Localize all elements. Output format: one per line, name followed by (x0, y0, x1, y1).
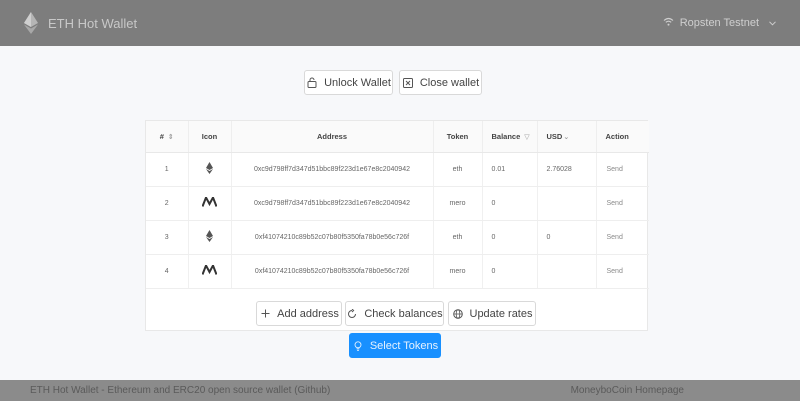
send-link[interactable]: Send (596, 186, 649, 221)
chevron-down-icon (769, 17, 776, 29)
usd-cell (537, 254, 597, 289)
close-wallet-label: Close wallet (419, 76, 480, 89)
balance-cell: 0 (482, 220, 538, 255)
token-icon-cell (188, 152, 232, 187)
address-cell: 0xf41074210c89b52c07b80f5350fa78b0e56c72… (231, 254, 434, 289)
address-cell: 0xc9d798ff7d347d51bbc89f223d1e67e8c20409… (231, 152, 434, 187)
usd-cell: 0 (537, 220, 597, 255)
table-row: 3 0xf41074210c89b52c07b80f5350fa78b0e56c… (146, 220, 649, 255)
token-icon-cell (188, 220, 232, 255)
add-address-button[interactable]: Add address (256, 301, 342, 326)
close-wallet-button[interactable]: Close wallet (399, 70, 482, 95)
table-row: 1 0xc9d798ff7d347d51bbc89f223d1e67e8c204… (146, 152, 649, 187)
table-row: 4 0xf41074210c89b52c07b80f5350fa78b0e56c… (146, 254, 649, 289)
select-tokens-label: Select Tokens (369, 339, 439, 352)
balance-cell: 0 (482, 254, 538, 289)
homepage-link[interactable]: MoneyboCoin Homepage (571, 385, 684, 396)
send-link[interactable]: Send (596, 152, 649, 187)
update-rates-label: Update rates (469, 307, 533, 320)
check-balances-label: Check balances (364, 307, 443, 320)
network-selector[interactable]: Ropsten Testnet (663, 17, 776, 29)
wifi-icon (663, 17, 674, 29)
token-cell: eth (433, 220, 483, 255)
network-label: Ropsten Testnet (679, 17, 759, 29)
row-index: 4 (146, 254, 189, 289)
bulb-icon (352, 340, 364, 352)
column-header-icon: Icon (188, 121, 232, 153)
column-header-balance[interactable]: Balance ▽ (482, 121, 538, 153)
token-icon-cell (188, 186, 232, 221)
usd-cell: 2.76028 (537, 152, 597, 187)
column-header-index[interactable]: # ⇕ (146, 121, 189, 153)
column-header-token: Token (433, 121, 483, 153)
column-header-action: Action (596, 121, 649, 153)
table-header-row: # ⇕ Icon Address Token Balance ▽ USD⌄ Acti… (146, 121, 649, 153)
unlock-wallet-label: Unlock Wallet (324, 76, 391, 89)
row-index: 3 (146, 220, 189, 255)
app-footer: ETH Hot Wallet - Ethereum and ERC20 open… (0, 380, 800, 401)
address-table: # ⇕ Icon Address Token Balance ▽ USD⌄ Acti… (145, 120, 649, 331)
filter-icon[interactable]: ▽ (524, 133, 529, 141)
address-cell: 0xc9d798ff7d347d51bbc89f223d1e67e8c20409… (231, 186, 434, 221)
usd-cell (537, 186, 597, 221)
token-cell: mero (433, 186, 483, 221)
row-index: 2 (146, 186, 189, 221)
select-tokens-button[interactable]: Select Tokens (349, 333, 441, 358)
token-cell: eth (433, 152, 483, 187)
send-link[interactable]: Send (596, 254, 649, 289)
update-rates-button[interactable]: Update rates (448, 301, 536, 326)
check-balances-button[interactable]: Check balances (345, 301, 444, 326)
mero-icon (201, 263, 218, 277)
refresh-icon (346, 308, 358, 320)
column-header-address: Address (231, 121, 434, 153)
send-link[interactable]: Send (596, 220, 649, 255)
unlock-wallet-button[interactable]: Unlock Wallet (304, 70, 393, 95)
unlock-icon (306, 77, 318, 89)
globe-icon (452, 308, 464, 320)
main-content: Unlock Wallet Close wallet # ⇕ Icon Addre… (0, 46, 800, 380)
row-index: 1 (146, 152, 189, 187)
eth-icon (206, 230, 213, 244)
mero-icon (201, 195, 218, 209)
ethereum-logo-icon (24, 12, 38, 34)
balance-cell: 0 (482, 186, 538, 221)
sort-icon[interactable]: ⇕ (168, 133, 174, 141)
brand[interactable]: ETH Hot Wallet (24, 12, 137, 34)
token-icon-cell (188, 254, 232, 289)
plus-icon (259, 308, 271, 320)
add-address-label: Add address (277, 307, 339, 320)
address-cell: 0xf41074210c89b52c07b80f5350fa78b0e56c72… (231, 220, 434, 255)
table-row: 2 0xc9d798ff7d347d51bbc89f223d1e67e8c204… (146, 186, 649, 221)
app-title: ETH Hot Wallet (48, 15, 138, 31)
app-header: ETH Hot Wallet Ropsten Testnet (0, 0, 800, 46)
eth-icon (206, 162, 213, 176)
token-cell: mero (433, 254, 483, 289)
close-square-icon (402, 77, 414, 89)
balance-cell: 0.01 (482, 152, 538, 187)
column-header-usd[interactable]: USD⌄ (537, 121, 597, 153)
chevron-down-icon[interactable]: ⌄ (563, 133, 569, 141)
footer-description[interactable]: ETH Hot Wallet - Ethereum and ERC20 open… (30, 385, 330, 396)
